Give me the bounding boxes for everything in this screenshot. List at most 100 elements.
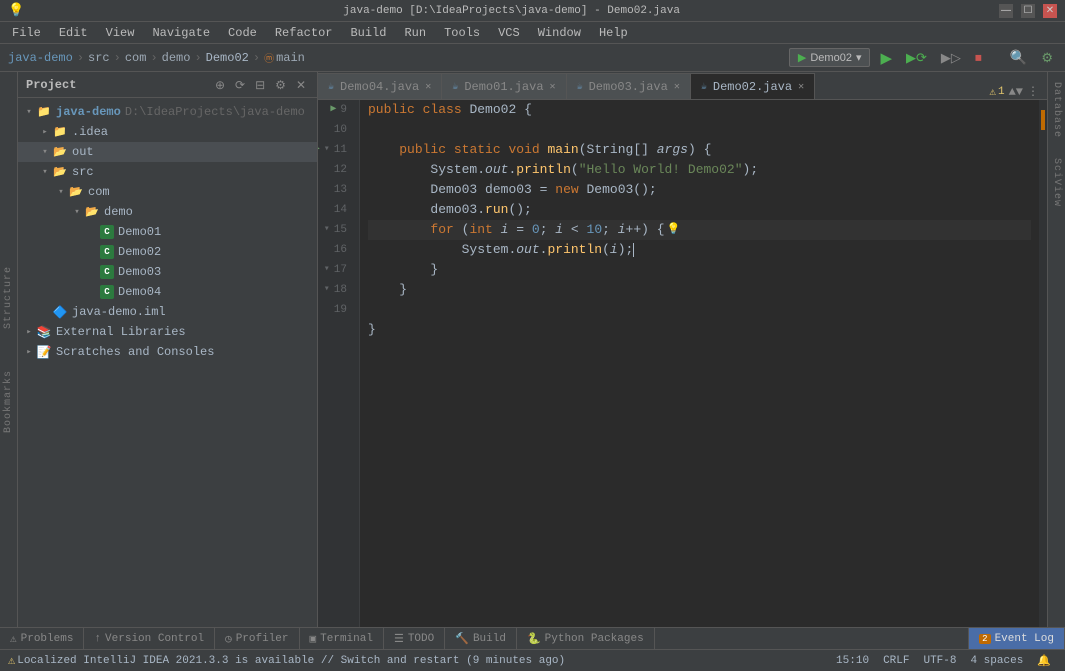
problems-icon: ⚠ <box>10 632 17 646</box>
database-panel-tab[interactable]: Database <box>1049 76 1064 144</box>
structure-label[interactable]: Structure <box>3 266 14 329</box>
menu-window[interactable]: Window <box>530 24 589 42</box>
code-line-12: System . out . println ( "Hello World! D… <box>368 160 1031 180</box>
menu-help[interactable]: Help <box>591 24 636 42</box>
run-arrow-11[interactable]: ▶ <box>318 140 320 160</box>
fold-arrow-15[interactable]: ▾ <box>324 220 330 240</box>
stop-button[interactable]: ⏹ <box>971 47 986 68</box>
tab-demo04[interactable]: ☕ Demo04.java ✕ <box>318 73 442 99</box>
tabs-scroll-down[interactable]: ▼ <box>1016 85 1023 99</box>
menu-refactor[interactable]: Refactor <box>267 24 341 42</box>
iml-icon: 🔷 <box>52 304 68 320</box>
menu-navigate[interactable]: Navigate <box>144 24 218 42</box>
fold-arrow-11[interactable]: ▾ <box>324 140 330 160</box>
menu-edit[interactable]: Edit <box>51 24 96 42</box>
settings-button[interactable]: ⚙ <box>1037 48 1057 68</box>
run-config-label: Demo02 <box>810 52 852 64</box>
tab-problems[interactable]: ⚠ Problems <box>0 628 84 649</box>
sciview-panel-tab[interactable]: SciView <box>1049 152 1064 213</box>
tabs-more[interactable]: ⋮ <box>1027 84 1039 99</box>
notifications-icon[interactable]: 🔔 <box>1031 654 1057 668</box>
run-arrow-9[interactable]: ▶ <box>330 100 336 120</box>
menu-build[interactable]: Build <box>342 24 394 42</box>
code-line-17: } <box>368 260 1031 280</box>
tab-profiler[interactable]: ◷ Profiler <box>215 628 299 649</box>
tree-scratches[interactable]: ▸ 📝 Scratches and Consoles <box>18 342 317 362</box>
breadcrumb-demo02[interactable]: Demo02 <box>206 51 249 65</box>
tab-event-log[interactable]: 2 Event Log <box>968 628 1065 649</box>
var-i-16: i <box>610 240 618 260</box>
kw-int: int <box>469 220 492 240</box>
panel-settings-button[interactable]: ⚙ <box>272 77 289 93</box>
panel-sync-button[interactable]: ⟳ <box>232 77 248 93</box>
kw-static-11: static <box>454 140 501 160</box>
code-line-11: public static void main ( String [] args… <box>368 140 1031 160</box>
maximize-button[interactable]: ☐ <box>1021 4 1035 18</box>
ext-libs-icon: 📚 <box>36 324 52 340</box>
tab-python-packages[interactable]: 🐍 Python Packages <box>517 628 655 649</box>
panel-collapse-button[interactable]: ⊟ <box>252 77 268 93</box>
tabs-scroll-up[interactable]: ▲ <box>1009 85 1016 99</box>
tab-demo01[interactable]: ☕ Demo01.java ✕ <box>442 73 566 99</box>
tab-build[interactable]: 🔨 Build <box>445 628 517 649</box>
tree-demo[interactable]: ▾ 📂 demo <box>18 202 317 222</box>
close-button[interactable]: ✕ <box>1043 4 1057 18</box>
tab-version-control[interactable]: ↑ Version Control <box>84 628 215 649</box>
tab-demo02-close[interactable]: ✕ <box>798 81 804 93</box>
idea-expand-icon: ▸ <box>38 125 52 139</box>
menu-file[interactable]: File <box>4 24 49 42</box>
menu-code[interactable]: Code <box>220 24 265 42</box>
tab-demo02[interactable]: ☕ Demo02.java ✕ <box>691 73 815 99</box>
tree-demo01[interactable]: C Demo01 <box>18 222 317 242</box>
menu-vcs[interactable]: VCS <box>490 24 528 42</box>
tree-com[interactable]: ▾ 📂 com <box>18 182 317 202</box>
menu-view[interactable]: View <box>98 24 143 42</box>
minimize-button[interactable]: — <box>999 4 1013 18</box>
code-area[interactable]: public class Demo02 { public static <box>360 100 1039 627</box>
code-line-16: System . out . println ( i ); <box>368 240 1031 260</box>
tree-demo04[interactable]: C Demo04 <box>18 282 317 302</box>
tab-terminal[interactable]: ▣ Terminal <box>300 628 384 649</box>
panel-add-button[interactable]: ⊕ <box>212 77 228 93</box>
code-line-19 <box>368 300 1031 320</box>
breadcrumb-demo[interactable]: demo <box>162 51 191 65</box>
tree-out[interactable]: ▾ 📂 out <box>18 142 317 162</box>
search-everywhere-button[interactable]: 🔍 <box>1006 47 1031 68</box>
tree-root[interactable]: ▾ 📁 java-demo D:\IdeaProjects\java-demo <box>18 102 317 122</box>
tree-demo02[interactable]: C Demo02 <box>18 242 317 262</box>
line-ending[interactable]: CRLF <box>877 655 915 667</box>
tab-demo03[interactable]: ☕ Demo03.java ✕ <box>567 73 691 99</box>
tree-iml[interactable]: 🔷 java-demo.iml <box>18 302 317 322</box>
breadcrumb-com[interactable]: com <box>125 51 147 65</box>
demo-label: demo <box>104 205 133 219</box>
breadcrumb-src[interactable]: src <box>88 51 110 65</box>
gutter-line-17: ▾ 17 <box>318 260 351 280</box>
tab-demo01-close[interactable]: ✕ <box>550 81 556 93</box>
tree-demo03[interactable]: C Demo03 <box>18 262 317 282</box>
panel-close-button[interactable]: ✕ <box>293 77 309 93</box>
encoding[interactable]: UTF-8 <box>917 655 962 667</box>
lightbulb-icon[interactable]: 💡 <box>667 220 681 240</box>
code-line-21 <box>368 340 1031 360</box>
indent-settings[interactable]: 4 spaces <box>964 655 1029 667</box>
tab-demo04-close[interactable]: ✕ <box>425 81 431 93</box>
fold-close-17[interactable]: ▾ <box>324 260 330 280</box>
coverage-button[interactable]: ▶▷ <box>937 48 965 68</box>
run-config-button[interactable]: ▶ Demo02 ▾ <box>789 48 871 67</box>
breadcrumb-main[interactable]: main <box>276 51 305 65</box>
tree-ext-libs[interactable]: ▸ 📚 External Libraries <box>18 322 317 342</box>
menu-run[interactable]: Run <box>396 24 434 42</box>
menu-tools[interactable]: Tools <box>436 24 488 42</box>
editor-scrollbar[interactable] <box>1039 100 1047 627</box>
breadcrumb-project[interactable]: java-demo <box>8 51 73 65</box>
bookmarks-label[interactable]: Bookmarks <box>3 370 14 433</box>
tab-todo[interactable]: ☰ TODO <box>384 628 445 649</box>
scratches-icon: 📝 <box>36 344 52 360</box>
tree-idea[interactable]: ▸ 📁 .idea <box>18 122 317 142</box>
fold-close-18[interactable]: ▾ <box>324 280 330 300</box>
run-extra-button[interactable]: ▶⟳ <box>902 48 931 68</box>
cursor-position[interactable]: 15:10 <box>830 655 875 667</box>
tab-demo03-close[interactable]: ✕ <box>674 81 680 93</box>
run-button[interactable]: ▶ <box>876 47 896 69</box>
tree-src[interactable]: ▾ 📂 src <box>18 162 317 182</box>
